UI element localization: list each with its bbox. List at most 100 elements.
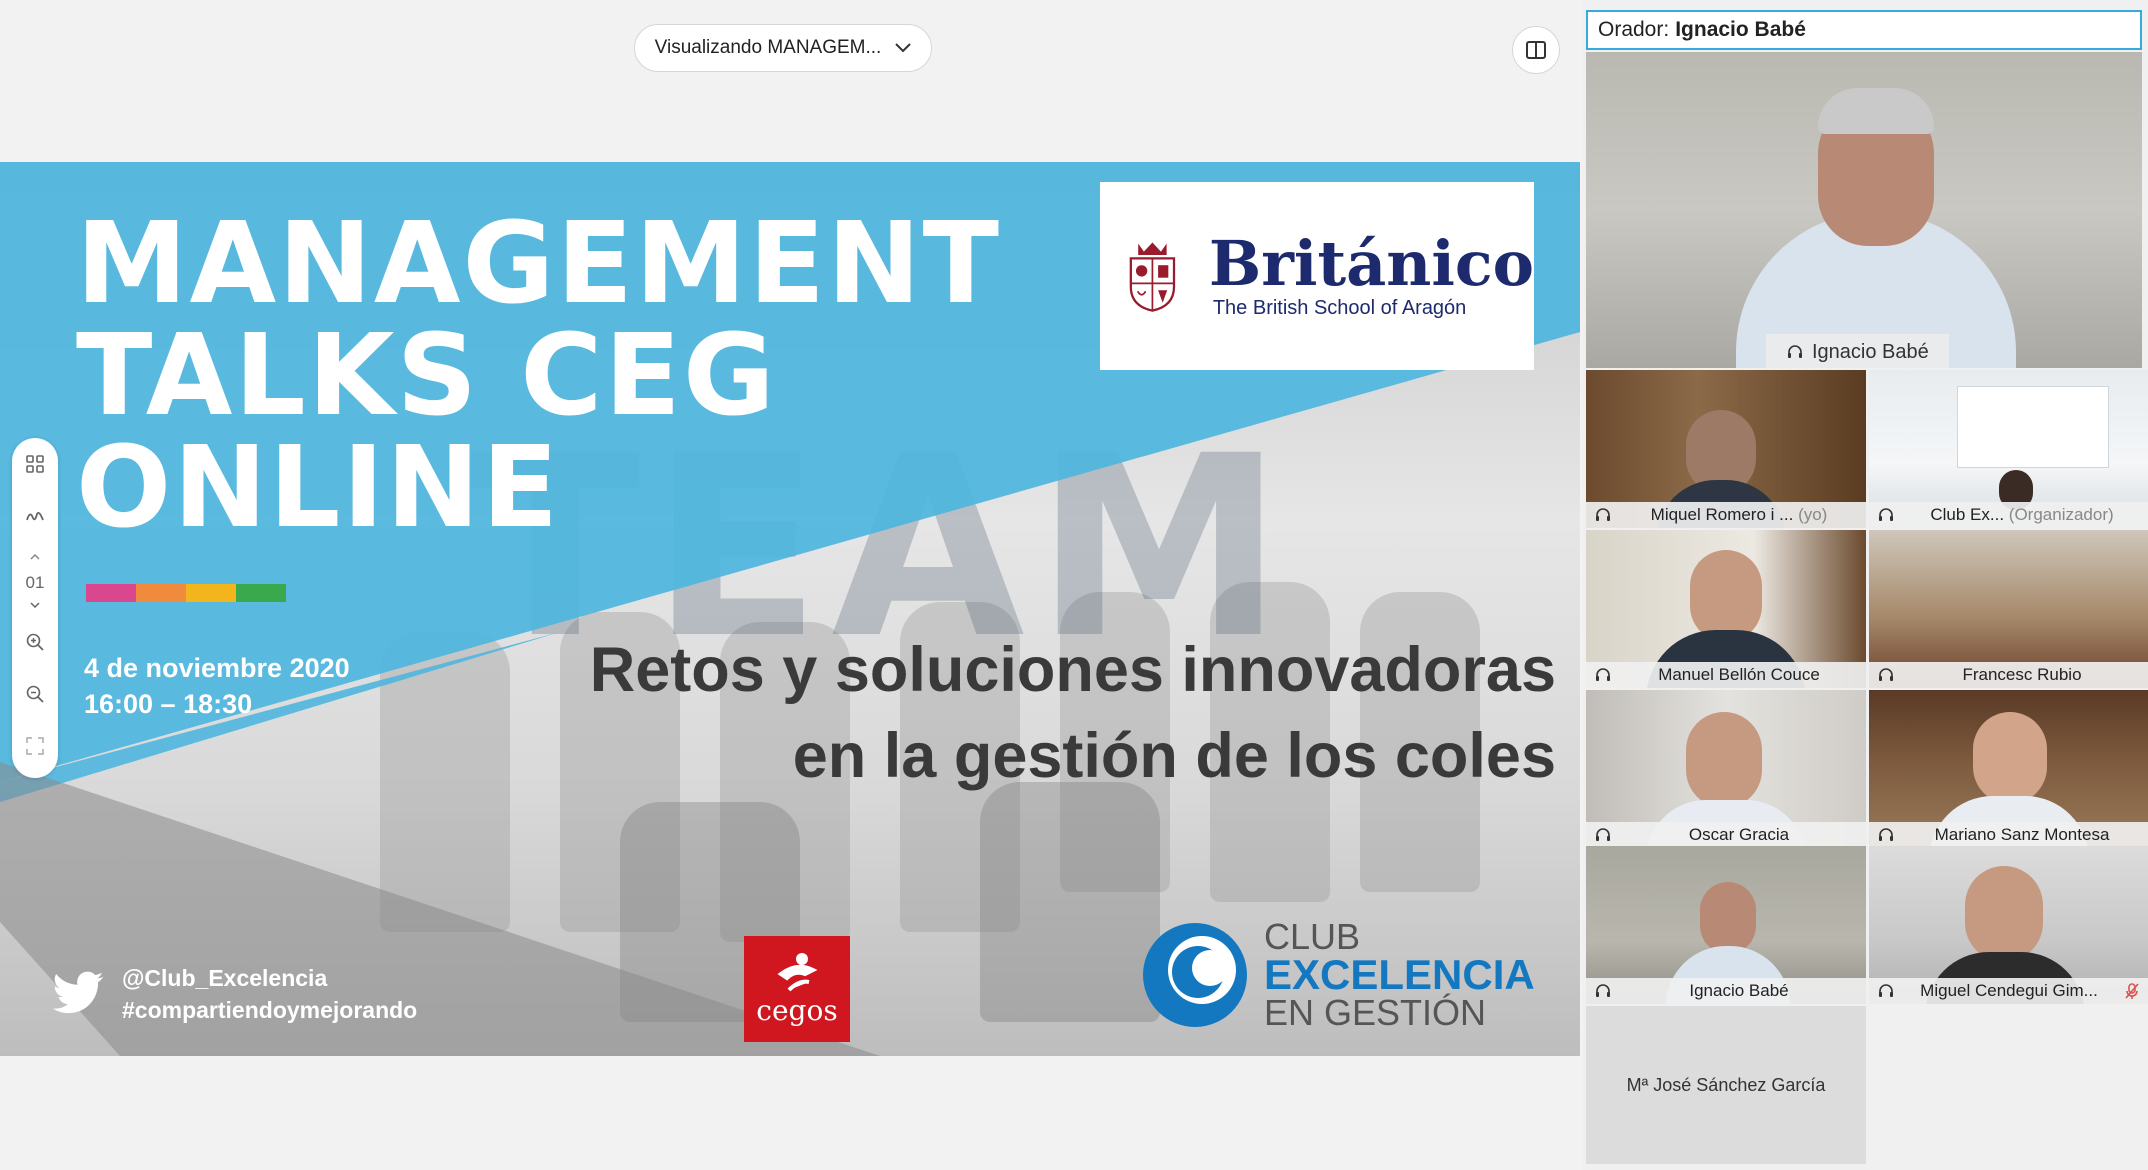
main-speaker-video[interactable]: Ignacio Babé <box>1586 52 2142 368</box>
view-select-dropdown[interactable]: Visualizando MANAGEM... <box>634 24 932 72</box>
participant-name: Mª José Sánchez García <box>1626 1074 1826 1095</box>
annotate-button[interactable] <box>12 490 58 542</box>
color-bar-segment <box>136 584 186 602</box>
next-page-button[interactable] <box>12 594 58 616</box>
britanico-subtitle: The British School of Aragón <box>1212 296 1467 319</box>
annotate-icon <box>26 511 44 521</box>
headset-icon <box>1596 508 1610 521</box>
participant-tile[interactable]: Mariano Sanz Montesa <box>1869 690 2148 848</box>
participant-figure <box>1973 712 2047 804</box>
headset-icon <box>1596 828 1610 841</box>
speaker-name: Ignacio Babé <box>1675 18 1806 41</box>
headset-icon <box>1788 345 1802 358</box>
chevron-down-icon <box>895 43 912 53</box>
color-bar-segment <box>186 584 236 602</box>
participant-extra: (yo) <box>1798 505 1828 524</box>
zoom-in-icon <box>26 633 44 651</box>
participant-figure <box>1700 882 1756 954</box>
twitter-hashtag: #compartiendoymejorando <box>122 997 418 1023</box>
color-bar-segment <box>236 584 286 602</box>
main-speaker-tag: Ignacio Babé <box>1766 334 1949 368</box>
side-panel-toggle-button[interactable] <box>1512 26 1560 74</box>
active-speaker-bar: Orador: Ignacio Babé <box>1586 10 2142 50</box>
presentation-stage: Visualizando MANAGEM... TEAM MANAGEMENT … <box>0 0 1583 1170</box>
participant-tile[interactable]: Miquel Romero i ... (yo) <box>1586 370 1866 528</box>
speaker-hair <box>1818 88 1934 134</box>
participant-figure <box>1690 550 1762 642</box>
tile-label: Oscar Gracia <box>1586 822 1866 848</box>
slide-toolbar: 01 <box>12 438 58 778</box>
event-time: 16:00 – 18:30 <box>84 689 253 719</box>
tile-label: Miguel Cendegui Gim... <box>1869 978 2148 1004</box>
muted-mic-icon <box>2125 983 2139 999</box>
participant-name: Miguel Cendegui Gim... <box>1920 981 2098 1000</box>
tile-label: Francesc Rubio <box>1869 662 2148 688</box>
title-line-3: ONLINE <box>76 423 561 553</box>
participant-tile-active[interactable]: Ignacio Babé <box>1586 846 1866 1004</box>
slide-subtitle: Retos y soluciones innovadoras en la ges… <box>556 627 1556 799</box>
participant-tile[interactable]: Club Ex... (Organizador) <box>1869 370 2148 528</box>
thumbnails-icon <box>26 455 44 473</box>
participant-tile[interactable]: Miguel Cendegui Gim... <box>1869 846 2148 1004</box>
subtitle-line-2: en la gestión de los coles <box>792 721 1556 791</box>
page-number: 01 <box>25 573 45 592</box>
event-date: 4 de noviembre 2020 <box>84 653 350 683</box>
participant-tile[interactable]: Francesc Rubio <box>1869 530 2148 688</box>
participant-tile[interactable]: Oscar Gracia <box>1586 690 1866 848</box>
tile-label: Mariano Sanz Montesa <box>1869 822 2148 848</box>
twitter-block: @Club_Excelencia #compartiendoymejorando <box>50 962 417 1026</box>
zoom-in-button[interactable] <box>12 616 58 668</box>
participant-name: Mariano Sanz Montesa <box>1934 825 2110 844</box>
headset-icon <box>1596 668 1610 681</box>
headset-icon <box>1596 984 1610 997</box>
crest-icon <box>1129 242 1176 312</box>
audio-only-participant[interactable]: Mª José Sánchez García <box>1586 1006 1866 1164</box>
participant-tile[interactable]: Manuel Bellón Couce <box>1586 530 1866 688</box>
participant-name: Miquel Romero i ... <box>1650 505 1794 524</box>
slide-title: MANAGEMENT TALKS CEG ONLINE <box>76 208 1001 544</box>
headset-icon <box>1879 668 1893 681</box>
club-line-3: EN GESTIÓN <box>1264 992 1487 1033</box>
tile-label: Ignacio Babé <box>1586 978 1866 1004</box>
title-line-2: TALKS CEG <box>76 311 777 441</box>
subtitle-line-1: Retos y soluciones innovadoras <box>589 635 1556 705</box>
cegos-logo: cegos <box>744 936 850 1042</box>
participant-figure <box>1686 712 1762 808</box>
view-select-label: Visualizando MANAGEM... <box>654 37 882 58</box>
tile-label: Club Ex... (Organizador) <box>1869 502 2148 528</box>
participants-panel: Orador: Ignacio Babé Ignacio Babé Miquel… <box>1583 0 2148 1170</box>
cegos-figure-icon <box>777 952 818 991</box>
participant-name: Oscar Gracia <box>1688 825 1790 844</box>
color-bar <box>86 584 286 602</box>
previous-page-button[interactable] <box>12 542 58 572</box>
fit-screen-button[interactable] <box>12 720 58 772</box>
chevron-down-icon <box>30 602 40 608</box>
britanico-logo: Británico The British School of Aragón <box>1100 182 1534 370</box>
headset-icon <box>1879 828 1893 841</box>
color-bar-segment <box>86 584 136 602</box>
chevron-up-icon <box>30 554 40 560</box>
twitter-handle: @Club_Excelencia <box>122 965 328 991</box>
thumbnails-button[interactable] <box>12 438 58 490</box>
cegos-label: cegos <box>756 993 838 1027</box>
side-panel-icon <box>1526 41 1546 59</box>
zoom-out-button[interactable] <box>12 668 58 720</box>
tile-label: Miquel Romero i ... (yo) <box>1586 502 1866 528</box>
club-line-2: EXCELENCIA <box>1264 951 1535 998</box>
club-excelencia-logo: CLUB EXCELENCIA EN GESTIÓN <box>1140 918 1535 1032</box>
participant-extra: (Organizador) <box>2008 505 2114 524</box>
event-datetime: 4 de noviembre 2020 16:00 – 18:30 <box>84 650 350 722</box>
main-speaker-name: Ignacio Babé <box>1812 340 1929 363</box>
club-swirl-icon <box>1143 923 1247 1027</box>
fit-screen-icon <box>26 737 44 755</box>
presentation-slide: TEAM MANAGEMENT TALKS CEG ONLINE 4 de no… <box>0 162 1580 1056</box>
headset-icon <box>1879 984 1893 997</box>
tile-label: Manuel Bellón Couce <box>1586 662 1866 688</box>
participant-figure <box>1965 866 2043 962</box>
headset-icon <box>1879 508 1893 521</box>
britanico-name: Británico <box>1208 226 1534 300</box>
participant-name: Francesc Rubio <box>1962 665 2082 684</box>
screen-board <box>1957 386 2109 468</box>
title-line-1: MANAGEMENT <box>76 199 1002 329</box>
participant-name: Manuel Bellón Couce <box>1658 665 1820 684</box>
